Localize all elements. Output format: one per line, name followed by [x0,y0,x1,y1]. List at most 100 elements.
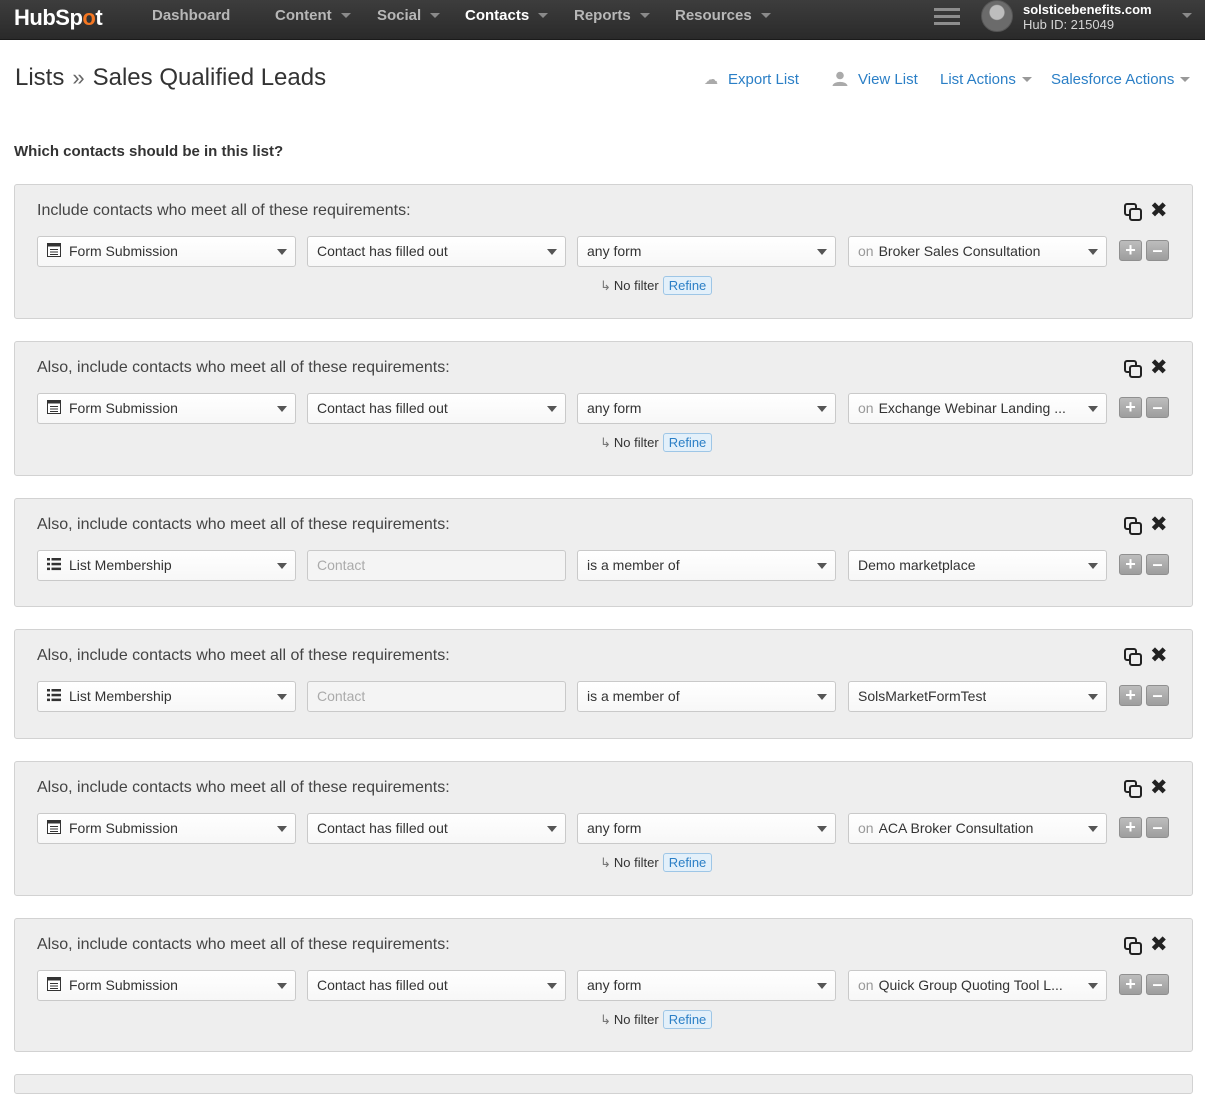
filter-type-select[interactable]: Form Submission [37,813,296,844]
chevron-down-icon [547,249,557,255]
value-select[interactable]: on Broker Sales Consultation [848,236,1107,267]
operator-select[interactable]: Contact has filled out [307,236,566,267]
filter-type-value: List Membership [69,557,172,573]
add-filter-button[interactable]: + [1119,685,1142,706]
filter-type-select[interactable]: List Membership [37,550,296,581]
condition-select[interactable]: is a member of [577,550,836,581]
list-icon [47,558,61,571]
condition-select[interactable]: any form [577,970,836,1001]
remove-filter-button[interactable]: – [1146,817,1169,838]
view-list-link[interactable]: View List [832,71,918,88]
refine-button[interactable]: Refine [662,1010,713,1029]
value-select[interactable]: SolsMarketFormTest [848,681,1107,712]
operator-select[interactable]: Contact has filled out [307,393,566,424]
form-icon [47,820,61,835]
value-text: Broker Sales Consultation [878,243,1041,259]
cloud-download-icon: ☁ [704,71,718,87]
salesforce-actions-label: Salesforce Actions [1051,71,1175,88]
close-icon[interactable]: ✖ [1150,776,1168,800]
condition-select[interactable]: any form [577,236,836,267]
add-filter-button[interactable]: + [1119,817,1142,838]
condition-value: any form [587,977,642,993]
chevron-down-icon [277,406,287,412]
filter-group: Also, include contacts who meet all of t… [14,761,1193,896]
form-icon [47,400,61,415]
person-icon [832,71,848,86]
remove-filter-button[interactable]: – [1146,397,1169,418]
copy-icon[interactable] [1124,648,1142,666]
nav-label: Content [275,7,332,24]
nav-contacts[interactable]: Contacts [465,0,549,32]
close-icon[interactable]: ✖ [1150,644,1168,668]
close-icon[interactable]: ✖ [1150,933,1168,957]
close-icon[interactable]: ✖ [1150,513,1168,537]
chevron-down-icon [639,12,650,18]
chevron-down-icon [547,406,557,412]
filter-type-select[interactable]: List Membership [37,681,296,712]
close-icon[interactable]: ✖ [1150,356,1168,380]
condition-value: is a member of [587,688,680,704]
copy-icon[interactable] [1124,517,1142,535]
value-select[interactable]: on Exchange Webinar Landing ... [848,393,1107,424]
copy-icon[interactable] [1124,780,1142,798]
value-select[interactable]: on ACA Broker Consultation [848,813,1107,844]
value-select[interactable]: Demo marketplace [848,550,1107,581]
condition-value: any form [587,820,642,836]
chevron-down-icon [817,249,827,255]
filter-type-select[interactable]: Form Submission [37,236,296,267]
chevron-down-icon [277,983,287,989]
remove-filter-button[interactable]: – [1146,240,1169,261]
add-filter-button[interactable]: + [1119,240,1142,261]
remove-filter-button[interactable]: – [1146,974,1169,995]
add-filter-button[interactable]: + [1119,974,1142,995]
operator-value: Contact has filled out [317,243,448,259]
filter-group: Include contacts who meet all of these r… [14,184,1193,319]
list-actions-label: List Actions [940,71,1016,88]
chevron-down-icon [1088,983,1098,989]
list-actions-dropdown[interactable]: List Actions [940,71,1032,88]
filter-status: ↳ No filter Refine [600,276,713,296]
copy-icon[interactable] [1124,360,1142,378]
add-filter-button[interactable]: + [1119,397,1142,418]
chevron-down-icon [1088,563,1098,569]
chevron-down-icon [817,563,827,569]
menu-icon[interactable] [934,8,960,26]
account-chevron-down-icon[interactable] [1182,13,1192,18]
operator-field: Contact [307,681,566,712]
account-menu[interactable]: solsticebenefits.com Hub ID: 215049 [1023,2,1152,32]
refine-button[interactable]: Refine [662,853,713,872]
filter-type-select[interactable]: Form Submission [37,393,296,424]
avatar[interactable] [981,0,1013,32]
refine-button[interactable]: Refine [662,276,713,295]
condition-select[interactable]: any form [577,393,836,424]
export-list-link[interactable]: ☁ Export List [704,71,799,88]
filter-type-select[interactable]: Form Submission [37,970,296,1001]
hubspot-logo[interactable]: HubSpot [14,4,103,32]
group-title: Include contacts who meet all of these r… [37,202,411,219]
copy-icon[interactable] [1124,937,1142,955]
close-icon[interactable]: ✖ [1150,199,1168,223]
account-domain: solsticebenefits.com [1023,2,1152,17]
nav-reports[interactable]: Reports [574,0,650,32]
condition-select[interactable]: any form [577,813,836,844]
group-title: Also, include contacts who meet all of t… [37,647,450,664]
view-list-label: View List [858,71,918,88]
filter-group: Also, include contacts who meet all of t… [14,498,1193,607]
salesforce-actions-dropdown[interactable]: Salesforce Actions [1051,71,1191,88]
nav-social[interactable]: Social [377,0,441,32]
value-select[interactable]: on Quick Group Quoting Tool L... [848,970,1107,1001]
nav-resources[interactable]: Resources [675,0,771,32]
copy-icon[interactable] [1124,203,1142,221]
filter-status-text: No filter [613,435,659,450]
remove-filter-button[interactable]: – [1146,554,1169,575]
condition-select[interactable]: is a member of [577,681,836,712]
nav-content[interactable]: Content [275,0,351,32]
operator-select[interactable]: Contact has filled out [307,970,566,1001]
breadcrumb-lists-link[interactable]: Lists [15,64,64,91]
operator-select[interactable]: Contact has filled out [307,813,566,844]
add-filter-button[interactable]: + [1119,554,1142,575]
nav-dashboard[interactable]: Dashboard [152,0,230,32]
page-title: Sales Qualified Leads [92,64,327,91]
refine-button[interactable]: Refine [662,433,713,452]
remove-filter-button[interactable]: – [1146,685,1169,706]
